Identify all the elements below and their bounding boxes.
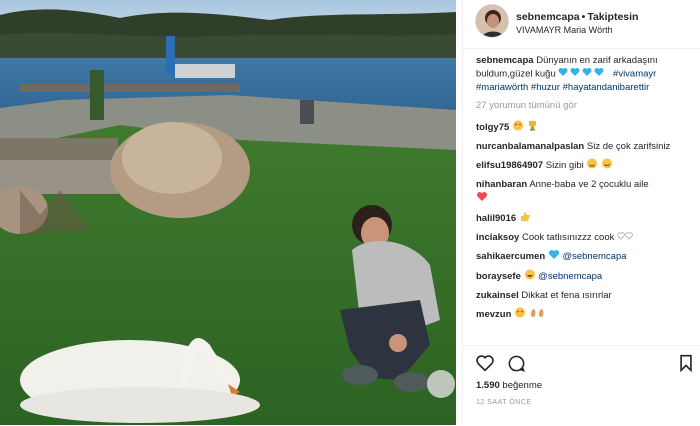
mention-link[interactable]: @sebnemcapa: [562, 251, 626, 262]
comments-section: sebnemcapa Dünyanın en zarif arkadaşını …: [476, 54, 698, 327]
post-sidebar: sebnemcapa • Takiptesin VIVAMAYR Maria Wör…: [462, 0, 700, 425]
comment-text: Sizin gibi: [545, 160, 584, 172]
smiling-face-emoji: [601, 158, 613, 173]
comment-item: halil9016: [476, 211, 698, 226]
blue-heart-emoji: [548, 249, 560, 264]
comment-text: Cook tatlısınızzz cook: [521, 232, 615, 244]
comment-item: nihanbaran Anne-baba ve 2 çocuklu aile: [476, 178, 698, 206]
hashtag[interactable]: #hayatandanibarettir: [563, 82, 650, 93]
hands-emoji: [529, 307, 549, 322]
likes-number: 1.590: [476, 380, 500, 391]
comment-username[interactable]: sahikaercumen: [476, 251, 545, 262]
comment-username[interactable]: tolgy75: [476, 122, 509, 133]
blushing-face-emoji: [586, 158, 598, 173]
comment-username[interactable]: nihanbaran: [476, 179, 527, 190]
comment-username[interactable]: inciaksoy: [476, 232, 519, 243]
post-header: sebnemcapa • Takiptesin VIVAMAYR Maria Wör…: [463, 0, 700, 49]
heart-eyes-emoji: [512, 120, 524, 135]
comment-bubble-icon[interactable]: [507, 354, 526, 373]
lakeside-swan-photo: [0, 0, 456, 425]
comment-item: inciaksoy Cook tatlısınızzz cook: [476, 231, 698, 244]
red-heart-emoji: [476, 191, 488, 206]
white-hearts-emoji: [617, 231, 633, 244]
avatar[interactable]: [475, 4, 509, 38]
comment-item: boraysefe @sebnemcapa: [476, 269, 698, 284]
comment-username[interactable]: zukainsel: [476, 290, 519, 301]
bookmark-icon[interactable]: [679, 354, 693, 372]
comment-username[interactable]: elifsu19864907: [476, 160, 543, 171]
avatar-image: [476, 5, 508, 37]
post-actions: 1.590 beğenme 12 SAAT ÖNCE: [463, 345, 700, 426]
post-photo: [0, 0, 456, 425]
thumbs-up-emoji: [519, 211, 531, 226]
likes-count[interactable]: 1.590 beğenme: [476, 380, 542, 391]
separator-dot: •: [581, 11, 586, 23]
mention-link[interactable]: @sebnemcapa: [538, 271, 602, 282]
follow-status[interactable]: Takiptesin: [587, 11, 638, 23]
post-timestamp: 12 SAAT ÖNCE: [476, 399, 532, 406]
comment-username[interactable]: boraysefe: [476, 271, 521, 282]
caption: sebnemcapa Dünyanın en zarif arkadaşını …: [476, 54, 698, 94]
caption-username[interactable]: sebnemcapa: [476, 55, 534, 66]
post-location[interactable]: VIVAMAYR Maria Wörth: [516, 25, 613, 35]
blue-hearts-emoji: [558, 67, 610, 81]
hashtag[interactable]: #mariawörth: [476, 82, 528, 93]
comment-username[interactable]: mevzun: [476, 309, 511, 320]
comment-username[interactable]: halil9016: [476, 213, 516, 224]
comment-item: zukainsel Dikkat et fena ısırırlar: [476, 289, 698, 302]
comment-item: sahikaercumen @sebnemcapa: [476, 249, 698, 264]
comment-text: Dikkat et fena ısırırlar: [521, 290, 612, 302]
comment-username[interactable]: nurcanbalamanalpaslan: [476, 141, 584, 152]
heart-outline-icon[interactable]: [475, 354, 495, 372]
comment-item: mevzun: [476, 307, 698, 322]
post-username-line: sebnemcapa • Takiptesin: [516, 11, 638, 23]
hashtag[interactable]: #vivamayr: [613, 69, 656, 80]
trophy-emoji: [527, 120, 538, 135]
likes-label: beğenme: [502, 380, 543, 391]
post-username[interactable]: sebnemcapa: [516, 11, 580, 23]
view-all-comments-link[interactable]: 27 yorumun tümünü gör: [476, 99, 698, 112]
comment-item: nurcanbalamanalpaslan Siz de çok zarifsi…: [476, 140, 698, 153]
comment-item: elifsu19864907 Sizin gibi: [476, 158, 698, 173]
heart-eyes-emoji: [514, 307, 526, 322]
comment-text: Anne-baba ve 2 çocuklu aile: [529, 179, 649, 190]
comment-text: Siz de çok zarifsiniz: [586, 141, 671, 152]
laughing-face-emoji: [524, 269, 536, 284]
comment-item: tolgy75: [476, 120, 698, 135]
hashtag[interactable]: #huzur: [531, 82, 560, 93]
